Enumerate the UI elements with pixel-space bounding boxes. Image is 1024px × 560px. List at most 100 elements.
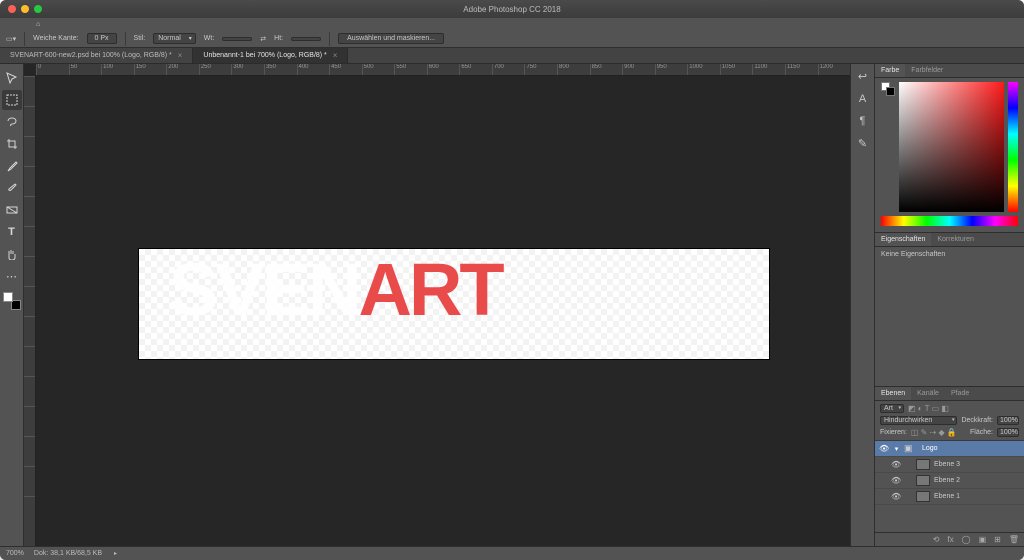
height-field[interactable]: [291, 37, 321, 41]
layer-row[interactable]: 👁 Ebene 3: [875, 457, 1024, 473]
gradient-tool[interactable]: [2, 200, 22, 220]
crop-tool[interactable]: [2, 134, 22, 154]
artboard[interactable]: SVENART: [139, 249, 769, 359]
doc-info[interactable]: Dok: 38,1 KB/68,5 KB: [34, 550, 102, 557]
properties-tab[interactable]: Eigenschaften: [875, 233, 931, 246]
layer-name: Ebene 2: [934, 477, 1020, 484]
logo-text: SVENART: [169, 253, 502, 327]
opacity-field[interactable]: 100%: [997, 416, 1019, 425]
close-window-button[interactable]: [8, 5, 16, 13]
swap-wh-icon[interactable]: ⇄: [260, 35, 266, 43]
layer-filter-dropdown[interactable]: Art: [880, 404, 904, 413]
maximize-window-button[interactable]: [34, 5, 42, 13]
brush-tool[interactable]: [2, 178, 22, 198]
new-group-icon[interactable]: ▣: [979, 535, 987, 544]
document-tab[interactable]: SVENART-600-new2.psd bei 100% (Logo, RGB…: [0, 48, 193, 63]
type-tool[interactable]: T: [2, 222, 22, 242]
eyedropper-tool[interactable]: [2, 156, 22, 176]
feather-field[interactable]: 0 Px: [87, 33, 117, 44]
minimize-window-button[interactable]: [21, 5, 29, 13]
visibility-toggle-icon[interactable]: 👁: [891, 460, 901, 469]
properties-panel: Eigenschaften Korrekturen Keine Eigensch…: [875, 233, 1024, 387]
doc-info-menu-icon[interactable]: ▸: [112, 550, 119, 557]
visibility-toggle-icon[interactable]: 👁: [891, 476, 901, 485]
tool-preset-icon[interactable]: ▭▾: [6, 35, 16, 43]
marquee-tool[interactable]: [2, 90, 22, 110]
layer-filter-icons[interactable]: ◩ ◐ T ▭ ◧: [908, 404, 949, 413]
spectrum-strip[interactable]: [881, 216, 1018, 226]
visibility-toggle-icon[interactable]: 👁: [891, 492, 901, 501]
color-panel: Farbe Farbfelder: [875, 64, 1024, 233]
swatches-tab[interactable]: Farbfelder: [905, 64, 949, 77]
vertical-ruler[interactable]: [24, 76, 36, 546]
style-label: Stil:: [134, 35, 146, 42]
ruler-tick: 850: [590, 64, 623, 75]
channels-tab[interactable]: Kanäle: [911, 387, 945, 400]
fg-bg-swatches[interactable]: [3, 292, 21, 310]
layer-row[interactable]: 👁▾▣Logo: [875, 441, 1024, 457]
horizontal-ruler[interactable]: 0501001502002503003504004505005506006507…: [36, 64, 850, 76]
fill-field[interactable]: 100%: [997, 428, 1019, 437]
workspace: T ⋯ 050100150200250300350400450500550600…: [0, 64, 1024, 546]
brush-settings-icon[interactable]: ✎: [858, 137, 867, 150]
width-label: Wt:: [204, 35, 215, 42]
select-and-mask-button[interactable]: Auswählen und maskieren...: [338, 33, 444, 44]
hand-tool[interactable]: [2, 244, 22, 264]
ruler-tick: 300: [231, 64, 264, 75]
disclosure-icon[interactable]: ▾: [893, 445, 900, 453]
character-icon[interactable]: A: [859, 93, 866, 105]
ruler-tick: 50: [69, 64, 102, 75]
hue-slider[interactable]: [1008, 82, 1018, 212]
color-field[interactable]: [899, 82, 1004, 212]
menu-home-icon[interactable]: ⌂: [36, 21, 40, 28]
folder-icon: ▣: [904, 443, 918, 454]
layers-tab[interactable]: Ebenen: [875, 387, 911, 400]
move-tool[interactable]: [2, 68, 22, 88]
width-field[interactable]: [222, 37, 252, 41]
link-layers-icon[interactable]: ⟲: [933, 535, 940, 544]
document-tab[interactable]: Unbenannt-1 bei 700% (Logo, RGB/8) * ×: [193, 48, 348, 63]
ruler-tick: 100: [101, 64, 134, 75]
blend-mode-dropdown[interactable]: Hindurchwirken: [880, 416, 957, 425]
ruler-tick: 550: [394, 64, 427, 75]
zoom-level[interactable]: 700%: [6, 550, 24, 557]
ruler-tick: 1200: [818, 64, 851, 75]
mini-fgbg-swatch[interactable]: [881, 82, 895, 96]
ruler-tick: 350: [264, 64, 297, 75]
new-layer-icon[interactable]: ⊞: [994, 535, 1001, 544]
window-controls: [8, 5, 42, 13]
ruler-tick: 400: [297, 64, 330, 75]
layer-name: Ebene 3: [934, 461, 1020, 468]
style-dropdown[interactable]: Normal: [153, 33, 196, 44]
close-tab-icon[interactable]: ×: [333, 51, 338, 60]
logo-part-1: SVEN: [169, 248, 359, 331]
foreground-swatch[interactable]: [3, 292, 13, 302]
close-tab-icon[interactable]: ×: [178, 51, 183, 60]
paths-tab[interactable]: Pfade: [945, 387, 975, 400]
layer-mask-icon[interactable]: ◯: [962, 535, 971, 544]
adjustments-tab[interactable]: Korrekturen: [931, 233, 980, 246]
layer-fx-icon[interactable]: fx: [947, 535, 953, 544]
canvas-area[interactable]: 0501001502002503003504004505005506006507…: [24, 64, 850, 546]
app-title: Adobe Photoshop CC 2018: [463, 5, 560, 14]
collapsed-panels-strip: ↩ A ¶ ✎: [850, 64, 874, 546]
layer-list: 👁▾▣Logo👁Ebene 3👁Ebene 2👁Ebene 1: [875, 441, 1024, 532]
ruler-tick: 500: [362, 64, 395, 75]
more-tools-icon[interactable]: ⋯: [2, 266, 22, 286]
photoshop-window: Adobe Photoshop CC 2018 ⌂ ▭▾ Weiche Kant…: [0, 0, 1024, 560]
ruler-tick: 900: [622, 64, 655, 75]
paragraph-icon[interactable]: ¶: [860, 115, 866, 127]
layer-row[interactable]: 👁Ebene 1: [875, 489, 1024, 505]
layer-row[interactable]: 👁 Ebene 2: [875, 473, 1024, 489]
titlebar: Adobe Photoshop CC 2018: [0, 0, 1024, 18]
history-icon[interactable]: ↩: [858, 70, 867, 83]
color-tab[interactable]: Farbe: [875, 64, 905, 77]
layer-thumbnail: [916, 475, 930, 486]
ruler-tick: 1050: [720, 64, 753, 75]
layer-thumbnail: [916, 491, 930, 502]
visibility-toggle-icon[interactable]: 👁: [879, 444, 889, 453]
lock-icons[interactable]: ◫ ✎ ⇢ ◆ 🔒: [911, 428, 957, 437]
lasso-tool[interactable]: [2, 112, 22, 132]
ruler-tick: 700: [492, 64, 525, 75]
delete-layer-icon[interactable]: 🗑: [1009, 535, 1019, 544]
